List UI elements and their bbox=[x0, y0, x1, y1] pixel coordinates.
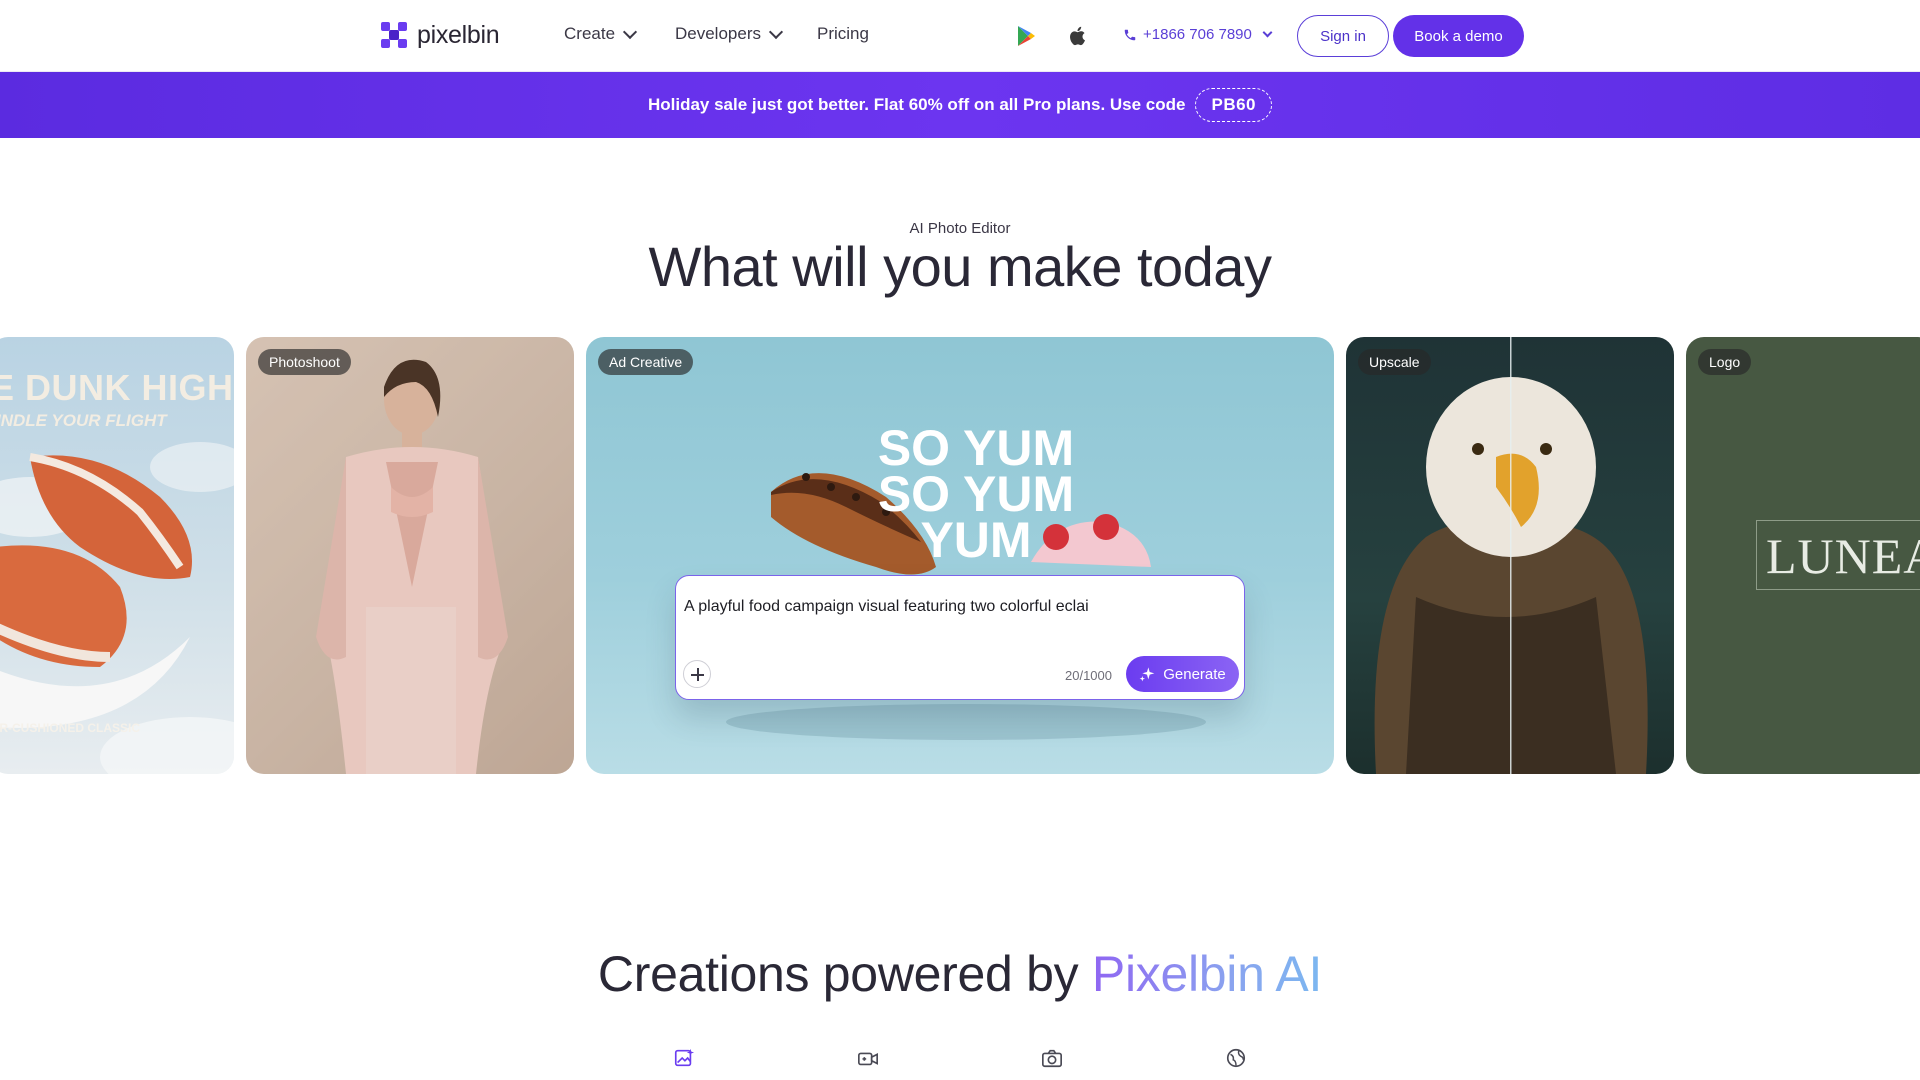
creations-title-plain: Creations powered by bbox=[597, 946, 1092, 1002]
card-sneaker-ad[interactable]: E DUNK HIGH INDLE YOUR FLIGHT IR-CUSHION… bbox=[0, 337, 234, 774]
nav-create-label: Create bbox=[564, 24, 616, 43]
add-attachment-button[interactable] bbox=[683, 660, 711, 688]
eagle-artwork bbox=[1374, 337, 1648, 774]
sneaker-subline: INDLE YOUR FLIGHT bbox=[0, 411, 167, 430]
prompt-input[interactable]: A playful food campaign visual featuring… bbox=[684, 598, 1089, 616]
video-edit-icon[interactable] bbox=[857, 1047, 879, 1069]
top-nav: pixelbin Create Developers Pricing +1866… bbox=[0, 0, 1920, 72]
promo-banner: Holiday sale just got better. Flat 60% o… bbox=[0, 72, 1920, 138]
sneaker-headline: E DUNK HIGH bbox=[0, 367, 234, 408]
nav-pricing-label: Pricing bbox=[817, 24, 869, 43]
promo-code[interactable]: PB60 bbox=[1195, 88, 1273, 122]
chevron-down-icon bbox=[768, 24, 784, 39]
hero-title: What will you make today bbox=[648, 235, 1272, 298]
card-tag: Logo bbox=[1698, 349, 1752, 375]
ad-artwork-line: YUM bbox=[920, 512, 1032, 568]
brand-logo[interactable]: pixelbin bbox=[379, 20, 500, 50]
generate-label: Generate bbox=[1163, 665, 1226, 683]
chevron-down-icon bbox=[622, 24, 638, 39]
image-edit-icon[interactable] bbox=[673, 1047, 695, 1069]
nav-pricing[interactable]: Pricing bbox=[817, 24, 869, 44]
brand-name: pixelbin bbox=[417, 20, 500, 49]
logo-artwork-text: LUNEA bbox=[1766, 528, 1920, 584]
sneaker-footer: IR-CUSHIONED CLASSIC bbox=[0, 721, 141, 735]
chevron-down-icon bbox=[1262, 27, 1273, 38]
nav-developers-label: Developers bbox=[675, 24, 761, 43]
nav-developers[interactable]: Developers bbox=[675, 24, 784, 44]
ad-artwork-line: SO YUM bbox=[877, 466, 1075, 522]
card-ad-creative[interactable]: SO YUM SO YUM YUM Ad Creative bbox=[586, 337, 1334, 774]
card-tag: Ad Creative bbox=[598, 349, 694, 375]
ad-artwork-text: SO YUM SO YUM YUM bbox=[851, 420, 1101, 568]
google-play-icon[interactable] bbox=[1014, 24, 1038, 48]
card-logo[interactable]: LUNEA Logo bbox=[1686, 337, 1920, 774]
book-demo-button[interactable]: Book a demo bbox=[1393, 15, 1524, 57]
card-tag: Upscale bbox=[1358, 349, 1431, 375]
creations-title: Creations powered by Pixelbin AI bbox=[0, 945, 1920, 1003]
card-tag: Photoshoot bbox=[258, 349, 351, 375]
character-counter: 20/1000 bbox=[1065, 668, 1112, 683]
phone-contact[interactable]: +1866 706 7890 bbox=[1123, 26, 1273, 43]
pixelbin-logo-icon bbox=[381, 22, 407, 48]
phone-icon bbox=[1124, 29, 1136, 40]
globe-icon[interactable] bbox=[1225, 1047, 1247, 1069]
card-upscale[interactable]: Upscale bbox=[1346, 337, 1674, 774]
nav-create[interactable]: Create bbox=[564, 24, 638, 44]
ad-artwork-line: SO YUM bbox=[877, 420, 1075, 476]
camera-icon[interactable] bbox=[1041, 1047, 1063, 1069]
promo-text: Holiday sale just got better. Flat 60% o… bbox=[647, 95, 1186, 114]
prompt-box[interactable]: A playful food campaign visual featuring… bbox=[675, 575, 1245, 700]
photoshoot-artwork bbox=[246, 337, 574, 774]
phone-number: +1866 706 7890 bbox=[1143, 26, 1252, 43]
sign-in-button[interactable]: Sign in bbox=[1297, 15, 1389, 57]
sparkle-icon bbox=[1139, 667, 1155, 682]
card-photoshoot[interactable]: Photoshoot bbox=[246, 337, 574, 774]
apple-icon[interactable] bbox=[1066, 24, 1090, 48]
creations-title-accent: Pixelbin AI bbox=[1091, 946, 1323, 1002]
generate-button[interactable]: Generate bbox=[1126, 656, 1239, 692]
